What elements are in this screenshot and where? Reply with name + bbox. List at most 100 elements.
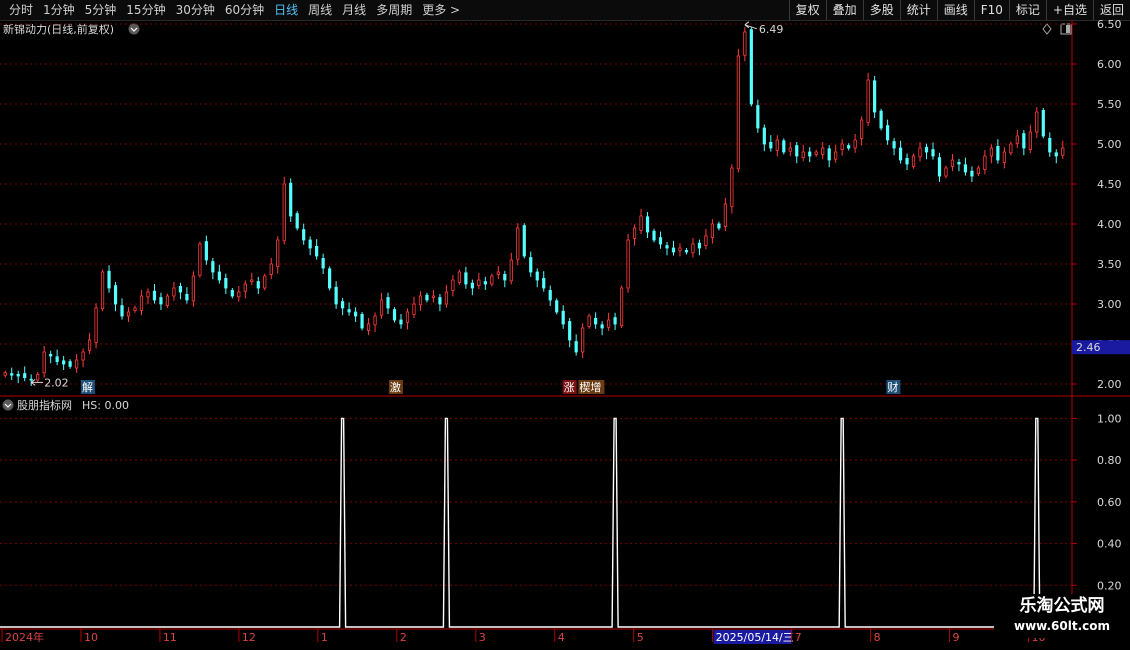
candle-body bbox=[204, 241, 208, 261]
candle-body bbox=[756, 105, 760, 129]
period-tab[interactable]: 周线 bbox=[303, 2, 337, 18]
date-tick-label: 2025/05/14/三 bbox=[716, 631, 794, 644]
candle-body bbox=[717, 223, 721, 229]
candle-body bbox=[652, 230, 656, 241]
candle-body bbox=[821, 147, 825, 155]
candle-body bbox=[431, 295, 436, 299]
indicator-axis-ticks: 0.20 0.40 0.60 0.80 1.00 bbox=[1072, 412, 1122, 592]
candle-body bbox=[94, 307, 98, 343]
candle-body bbox=[191, 275, 195, 302]
high-price-label: 6.49 bbox=[759, 23, 784, 36]
candle-body bbox=[808, 151, 812, 157]
candle-body bbox=[1054, 152, 1058, 157]
candle-body bbox=[503, 273, 507, 281]
candle-body bbox=[892, 141, 896, 149]
candle-body bbox=[658, 237, 663, 245]
candle-body bbox=[801, 151, 805, 158]
candle-body bbox=[470, 282, 474, 289]
add-watchlist-button[interactable]: +自选 bbox=[1045, 0, 1093, 20]
candle-body bbox=[165, 295, 170, 307]
candle-body bbox=[581, 327, 585, 353]
period-tab[interactable]: 分时 bbox=[4, 2, 38, 18]
event-marker-label: 解 bbox=[82, 380, 93, 394]
candle-body bbox=[321, 257, 325, 269]
period-tab[interactable]: 多周期 bbox=[371, 2, 417, 18]
candle-body bbox=[360, 313, 364, 329]
candle-body bbox=[289, 182, 293, 217]
candle-body bbox=[113, 285, 118, 305]
candle-body bbox=[418, 295, 423, 306]
candle-body bbox=[665, 245, 669, 249]
event-marker-label: 财 bbox=[887, 380, 898, 394]
period-tab[interactable]: 5分钟 bbox=[80, 2, 122, 18]
period-tab[interactable]: 1分钟 bbox=[38, 2, 80, 18]
watermark: 乐淘公式网 www.60lt.com bbox=[994, 594, 1130, 638]
indicator-toggle-icon[interactable] bbox=[2, 399, 14, 411]
chevron-down-icon[interactable] bbox=[128, 23, 140, 35]
candle-body bbox=[788, 147, 792, 152]
price-tick-label: 4.50 bbox=[1097, 178, 1122, 191]
period-tab[interactable]: 60分钟 bbox=[220, 2, 269, 18]
candle-body bbox=[1015, 135, 1019, 144]
low-price-label: 2.02 bbox=[44, 376, 69, 389]
period-tab[interactable]: 30分钟 bbox=[171, 2, 220, 18]
candle-body bbox=[198, 243, 202, 276]
indicator-tick-label: 0.60 bbox=[1097, 496, 1122, 509]
candle-body bbox=[464, 272, 468, 285]
candle-body bbox=[548, 289, 552, 301]
mark-button[interactable]: 标记 bbox=[1008, 0, 1046, 20]
candle-body bbox=[587, 315, 591, 327]
f10-button[interactable]: F10 bbox=[973, 0, 1009, 20]
period-tab[interactable]: 15分钟 bbox=[121, 2, 170, 18]
statistics-button[interactable]: 统计 bbox=[899, 0, 937, 20]
stock-chart[interactable]: 新锦动力(日线,前复权) 2.002.503.003.504.004.505.0… bbox=[0, 20, 1130, 650]
diamond-icon[interactable] bbox=[1042, 23, 1052, 35]
candle-body bbox=[931, 149, 935, 157]
candle-body bbox=[256, 281, 260, 289]
candle-body bbox=[782, 140, 786, 153]
restore-rights-button[interactable]: 复权 bbox=[788, 0, 826, 20]
price-tick-label: 3.50 bbox=[1097, 258, 1122, 271]
current-price-value: 2.46 bbox=[1076, 341, 1101, 354]
candle-body bbox=[1048, 138, 1052, 153]
window-toggle-icon[interactable] bbox=[1060, 23, 1072, 35]
candle-body bbox=[853, 139, 857, 149]
period-tab[interactable]: 月线 bbox=[337, 2, 371, 18]
more-menu[interactable]: 更多 > bbox=[417, 2, 465, 18]
indicator-title: 股朋指标网 bbox=[17, 398, 72, 412]
indicator-grid bbox=[0, 417, 1072, 586]
candle-body bbox=[873, 80, 877, 113]
candle-body bbox=[555, 300, 559, 313]
candle-body bbox=[730, 167, 734, 207]
date-tick-label: 10 bbox=[84, 631, 98, 644]
candle-body bbox=[496, 271, 500, 275]
candle-body bbox=[671, 247, 676, 253]
date-tick-label: 9 bbox=[953, 631, 960, 644]
candle-body bbox=[282, 183, 286, 242]
candle-body bbox=[100, 271, 105, 310]
candle-body bbox=[159, 297, 163, 305]
candle-body bbox=[516, 227, 520, 260]
candle-body bbox=[684, 249, 689, 253]
date-tick-label: 8 bbox=[874, 631, 881, 644]
overlay-button[interactable]: 叠加 bbox=[825, 0, 863, 20]
period-tab-daily[interactable]: 日线 bbox=[269, 2, 303, 18]
candle-body bbox=[250, 279, 254, 283]
candle-body bbox=[373, 315, 377, 326]
price-tick-label: 5.00 bbox=[1097, 138, 1122, 151]
candle-body bbox=[49, 353, 53, 357]
candles bbox=[3, 27, 1065, 386]
candle-body bbox=[607, 319, 611, 328]
candle-body bbox=[16, 373, 20, 377]
candle-body bbox=[178, 285, 183, 293]
date-tick-label: 2 bbox=[400, 631, 407, 644]
candle-body bbox=[645, 216, 650, 233]
multi-stock-button[interactable]: 多股 bbox=[862, 0, 900, 20]
draw-line-button[interactable]: 画线 bbox=[936, 0, 974, 20]
back-button[interactable]: 返回 bbox=[1092, 0, 1130, 20]
candle-body bbox=[983, 155, 987, 170]
watermark-title: 乐淘公式网 bbox=[1019, 596, 1105, 616]
candle-body bbox=[55, 356, 59, 362]
candle-body bbox=[619, 287, 624, 326]
indicator-tick-label: 0.20 bbox=[1097, 579, 1122, 592]
